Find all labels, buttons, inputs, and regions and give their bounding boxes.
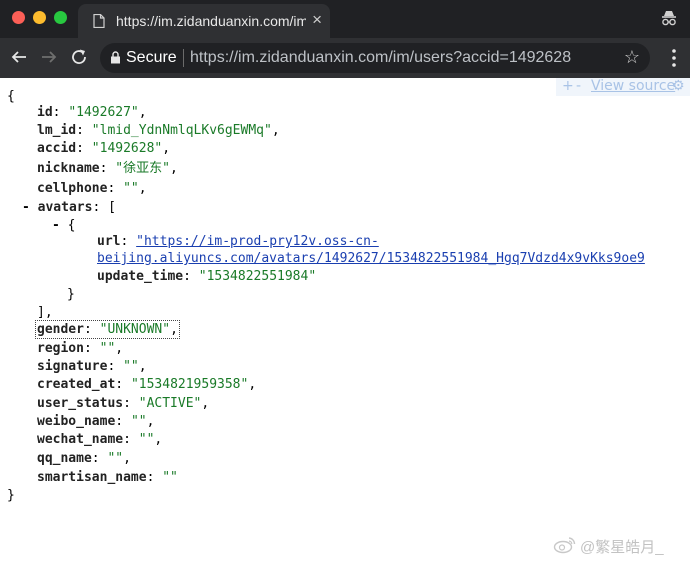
json-row-accid: accid: "1492628", <box>37 141 171 156</box>
address-bar[interactable]: Secure https://im.zidanduanxin.com/im/us… <box>100 43 650 73</box>
address-divider <box>183 49 184 67</box>
json-row-id: id: "1492627", <box>37 105 147 120</box>
json-row-qq-name: qq_name: "", <box>37 451 131 466</box>
json-value: "" <box>123 359 139 374</box>
json-row-region: region: "", <box>37 341 124 356</box>
json-row-signature: signature: "", <box>37 359 147 374</box>
json-key: cellphone <box>37 181 108 196</box>
json-row-nickname: nickname: "徐亚东", <box>37 161 178 176</box>
json-key: update_time <box>97 269 184 284</box>
json-value: "1492628" <box>91 141 163 156</box>
collapse-toggle[interactable]: - <box>52 218 60 233</box>
incognito-icon[interactable] <box>660 9 678 32</box>
back-arrow-icon[interactable] <box>10 48 28 71</box>
json-row-gender: gender: "UNKNOWN", <box>35 320 180 339</box>
json-row-lm-id: lm_id: "lmid_YdnNmlqLKv6gEWMq", <box>37 123 280 138</box>
watermark-text: @繁星皓月_ <box>580 539 664 556</box>
json-open-brace: { <box>7 89 15 104</box>
json-brace: { <box>67 218 76 233</box>
json-value: "1534822551984" <box>198 269 317 284</box>
json-key: accid <box>37 141 77 156</box>
json-key: smartisan_name <box>37 470 147 485</box>
json-key: url <box>97 234 121 249</box>
avatar-url-link-cont[interactable]: beijing.aliyuncs.com/avatars/1492627/153… <box>97 251 645 266</box>
json-row-update-time: update_time: "1534822551984" <box>97 269 317 284</box>
json-close-brace: } <box>7 488 15 503</box>
json-value: "ACTIVE" <box>138 396 202 411</box>
json-key: user_status <box>37 396 124 411</box>
json-value: "1534821959358" <box>130 377 249 392</box>
json-row-created-at: created_at: "1534821959358", <box>37 377 257 392</box>
json-value: "1492627" <box>68 105 139 120</box>
json-row-weibo-name: weibo_name: "", <box>37 414 155 429</box>
window-minimize-button[interactable] <box>33 11 46 24</box>
json-key: weibo_name <box>37 414 116 429</box>
forward-arrow-icon[interactable] <box>40 48 58 71</box>
json-value: "" <box>99 341 116 356</box>
json-item-close: } <box>67 287 75 302</box>
json-bracket: [ <box>108 200 116 215</box>
json-row-cellphone: cellphone: "", <box>37 181 147 196</box>
json-key: gender <box>37 322 84 337</box>
json-key: nickname <box>37 161 100 176</box>
json-row-user-status: user_status: "ACTIVE", <box>37 396 210 411</box>
json-value: "" <box>123 181 139 196</box>
weibo-logo-icon <box>553 536 577 559</box>
json-array-close: ], <box>37 305 53 320</box>
json-row-avatar-item: - { <box>52 218 75 234</box>
window-close-button[interactable] <box>12 11 25 24</box>
document-icon <box>93 13 105 33</box>
url-text[interactable]: https://im.zidanduanxin.com/im/users?acc… <box>190 49 610 67</box>
json-key: id <box>37 105 53 120</box>
tab-bar: https://im.zidanduanxin.com/im × <box>0 0 690 38</box>
browser-tab[interactable]: https://im.zidanduanxin.com/im × <box>78 4 330 38</box>
window-maximize-button[interactable] <box>54 11 67 24</box>
bookmark-star-icon[interactable]: ☆ <box>624 48 640 66</box>
json-value: "徐亚东" <box>115 161 170 176</box>
tab-title: https://im.zidanduanxin.com/im <box>116 13 306 29</box>
json-value: "UNKNOWN" <box>99 322 171 337</box>
menu-kebab-icon[interactable] <box>672 49 676 72</box>
json-value: "" <box>138 432 155 447</box>
reload-icon[interactable] <box>70 48 88 71</box>
collapse-toggle[interactable]: - <box>22 200 30 215</box>
json-value: "" <box>130 414 147 429</box>
json-value: "lmid_YdnNmlqLKv6gEWMq" <box>91 123 272 138</box>
json-key: qq_name <box>37 451 92 466</box>
json-row-url-cont: beijing.aliyuncs.com/avatars/1492627/153… <box>97 251 645 267</box>
close-tab-icon[interactable]: × <box>312 11 322 28</box>
json-row-smartisan-name: smartisan_name: "" <box>37 470 178 485</box>
secure-label: Secure <box>126 49 177 66</box>
lock-icon[interactable] <box>110 51 121 69</box>
json-value: "" <box>162 470 178 485</box>
json-key: signature <box>37 359 108 374</box>
json-row-avatars: - avatars: [ <box>22 200 116 215</box>
json-key: lm_id <box>37 123 77 138</box>
avatar-url-link[interactable]: "https://im-prod-pry12v.oss-cn- <box>136 234 379 249</box>
json-key: created_at <box>37 377 116 392</box>
json-key: avatars <box>37 200 93 215</box>
json-row-wechat-name: wechat_name: "", <box>37 432 163 447</box>
browser-toolbar: Secure https://im.zidanduanxin.com/im/us… <box>0 38 690 78</box>
json-key: wechat_name <box>37 432 124 447</box>
json-row-url: url: "https://im-prod-pry12v.oss-cn- <box>97 234 379 249</box>
json-key: region <box>37 341 84 356</box>
json-value: "" <box>107 451 124 466</box>
json-content: { id: "1492627", lm_id: "lmid_YdnNmlqLKv… <box>0 78 690 563</box>
